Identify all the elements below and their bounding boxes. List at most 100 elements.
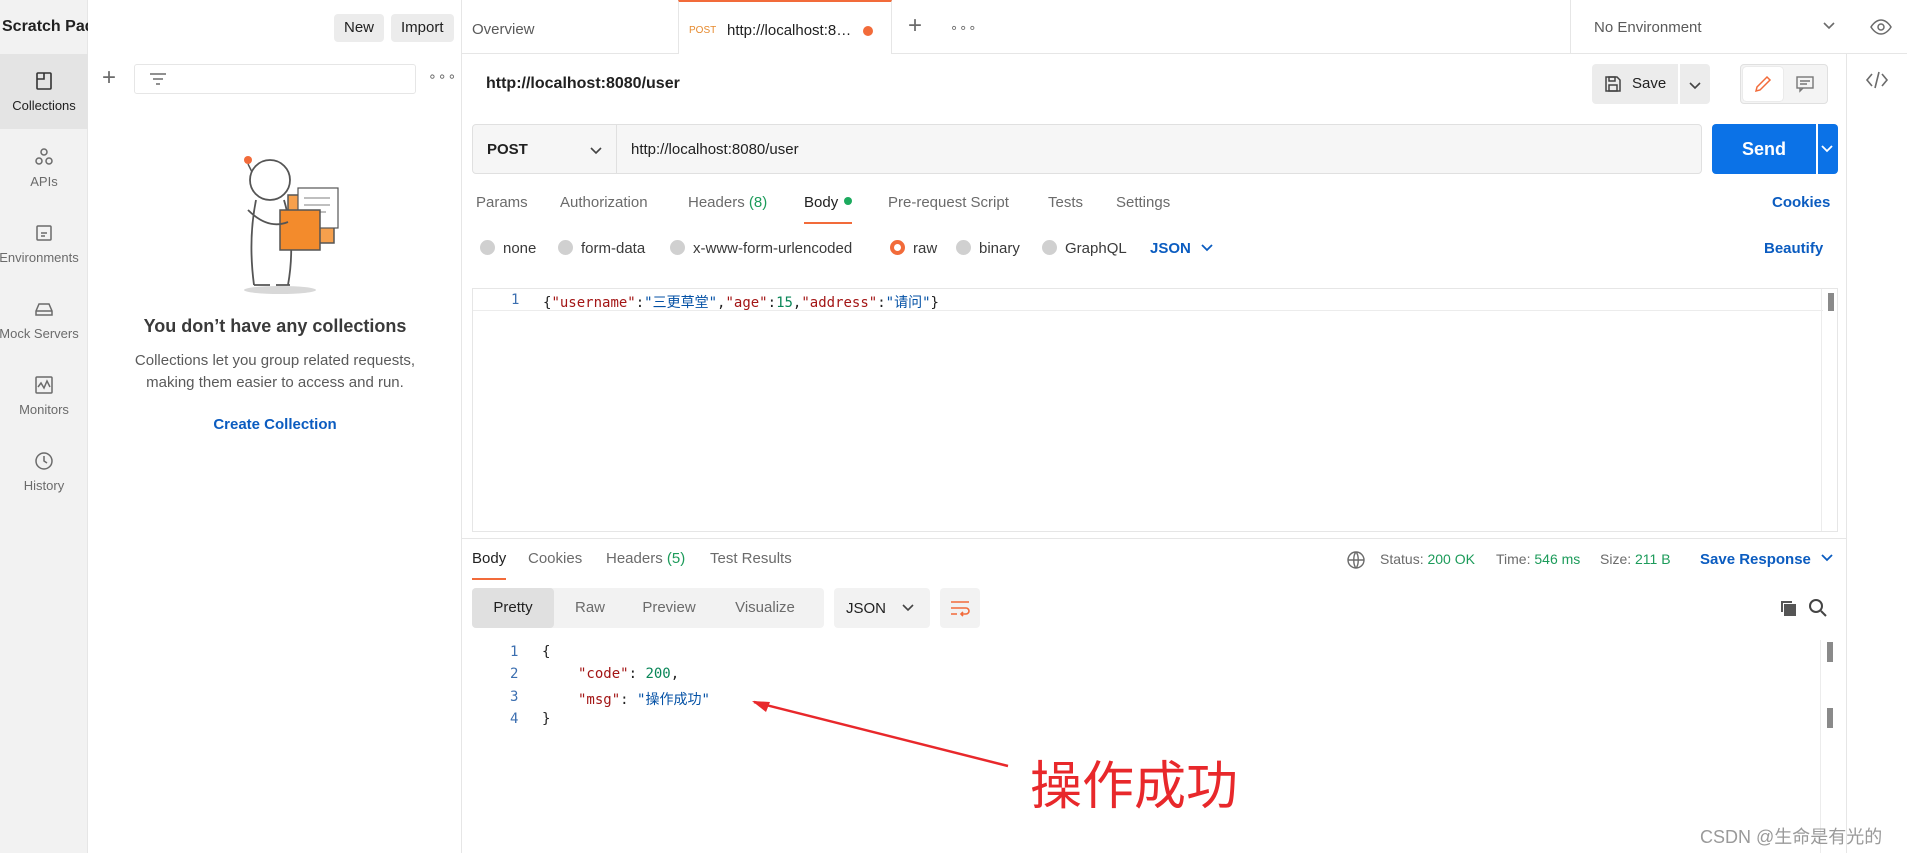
watermark: CSDN @生命是有光的 (1700, 827, 1883, 847)
environment-select[interactable]: No Environment (1594, 19, 1702, 36)
filter-input[interactable] (134, 64, 416, 94)
view-preview[interactable]: Preview (626, 588, 712, 628)
rail-label: History (23, 478, 65, 493)
tab-headers[interactable]: Headers (8) (688, 194, 767, 211)
radio-label: GraphQL (1065, 240, 1127, 257)
response-time[interactable]: Time: 546 ms (1496, 551, 1580, 567)
pane-divider[interactable] (462, 538, 1846, 539)
create-collection-link[interactable]: Create Collection (88, 416, 462, 433)
save-icon (1605, 76, 1621, 92)
chevron-down-icon (1689, 82, 1701, 90)
url-bar: POST (472, 124, 1702, 174)
cookies-link[interactable]: Cookies (1772, 194, 1830, 211)
radio-form-data[interactable]: form-data (558, 240, 645, 257)
tab-overview[interactable]: Overview (472, 21, 535, 38)
save-options-button[interactable] (1680, 64, 1710, 104)
view-raw[interactable]: Raw (554, 588, 626, 628)
wrap-lines-button[interactable] (940, 588, 980, 628)
radio-none[interactable]: none (480, 240, 536, 257)
save-button[interactable]: Save (1592, 64, 1678, 104)
tab-response-body[interactable]: Body (472, 550, 507, 580)
response-format-select[interactable]: JSON (834, 588, 930, 628)
rail-item-environments[interactable]: Environments (0, 206, 88, 281)
history-icon (35, 452, 53, 470)
line-number: 2 (510, 666, 519, 682)
tab-label: Headers (606, 550, 663, 567)
send-button[interactable]: Send (1712, 124, 1816, 174)
radio-circle (890, 240, 905, 255)
new-button[interactable]: New (334, 14, 385, 42)
response-view-selector: Pretty Raw Preview Visualize (472, 588, 824, 628)
workspace-title[interactable]: Scratch Pad (2, 18, 94, 36)
code-key: "code" (578, 666, 629, 682)
tab-params[interactable]: Params (476, 194, 528, 211)
search-icon[interactable] (1808, 598, 1828, 618)
eye-icon[interactable] (1870, 16, 1892, 38)
chevron-down-icon (1201, 244, 1213, 252)
request-body-editor[interactable]: 1 {"username":"三更草堂","age":15,"address":… (472, 288, 1838, 532)
tab-body[interactable]: Body (804, 194, 853, 224)
view-pretty[interactable]: Pretty (472, 588, 554, 628)
tab-tests[interactable]: Tests (1048, 194, 1083, 211)
radio-label: x-www-form-urlencoded (693, 240, 853, 257)
rail-label: Monitors (19, 402, 69, 417)
radio-graphql[interactable]: GraphQL (1042, 240, 1127, 257)
monitors-icon (35, 376, 53, 394)
more-options-icon[interactable]: ∘∘∘ (428, 68, 457, 85)
request-tabs-bar: Overview POST http://localhost:8… + ∘∘∘ … (462, 0, 1907, 54)
time-value: 546 ms (1534, 551, 1581, 567)
rail-item-apis[interactable]: APIs (0, 130, 88, 205)
request-title[interactable]: http://localhost:8080/user (486, 75, 680, 93)
tab-response-headers[interactable]: Headers (5) (606, 550, 685, 567)
code-string: "三更草堂" (644, 295, 718, 311)
response-size[interactable]: Size: 211 B (1600, 551, 1671, 567)
rail-item-collections[interactable]: Collections (0, 54, 88, 129)
editor-scrollbar[interactable] (1821, 289, 1838, 531)
response-scrollbar[interactable] (1820, 640, 1837, 853)
rail-item-monitors[interactable]: Monitors (0, 358, 88, 433)
url-input[interactable] (631, 141, 1631, 158)
radio-raw[interactable]: raw (890, 240, 937, 257)
environments-icon (36, 225, 52, 241)
save-response-label: Save Response (1700, 551, 1811, 568)
rail-label: Collections (12, 98, 76, 113)
tab-authorization[interactable]: Authorization (560, 194, 648, 211)
body-format-select[interactable]: JSON (1150, 240, 1213, 257)
beautify-link[interactable]: Beautify (1764, 240, 1823, 257)
request-tabs: Params Authorization Headers (8) Body Pr… (476, 194, 1836, 224)
globe-icon[interactable] (1346, 550, 1366, 570)
code-line-msg: "msg": "操作成功" (578, 692, 710, 708)
code-icon[interactable] (1865, 70, 1889, 90)
copy-icon[interactable] (1778, 598, 1798, 618)
line-number: 1 (510, 644, 519, 660)
save-response-button[interactable]: Save Response (1700, 551, 1833, 568)
method-select[interactable]: POST (473, 125, 617, 173)
send-options-button[interactable] (1818, 124, 1838, 174)
code-brace: } (542, 711, 551, 727)
rail-item-mock-servers[interactable]: Mock Servers (0, 282, 88, 357)
response-status[interactable]: Status: 200 OK (1380, 551, 1475, 567)
tab-response-cookies[interactable]: Cookies (528, 550, 582, 567)
chevron-down-icon[interactable] (1822, 18, 1836, 32)
divider (1570, 0, 1571, 54)
view-visualize[interactable]: Visualize (712, 588, 818, 628)
tab-test-results[interactable]: Test Results (710, 550, 792, 567)
tab-url: http://localhost:8… (727, 22, 852, 39)
tab-more-icon[interactable]: ∘∘∘ (950, 20, 977, 36)
import-button[interactable]: Import (391, 14, 454, 42)
radio-urlencoded[interactable]: x-www-form-urlencoded (670, 240, 852, 257)
add-collection-icon[interactable]: + (102, 64, 116, 92)
radio-binary[interactable]: binary (956, 240, 1020, 257)
comment-icon[interactable] (1795, 75, 1815, 93)
edit-mode-button[interactable] (1743, 67, 1783, 101)
code-number: 15 (776, 295, 793, 311)
tab-active-request[interactable]: POST http://localhost:8… (678, 0, 892, 54)
tab-settings[interactable]: Settings (1116, 194, 1170, 211)
new-tab-icon[interactable]: + (908, 12, 922, 40)
scrollbar-thumb[interactable] (1827, 642, 1833, 662)
tab-method: POST (689, 25, 717, 36)
tab-pre-request-script[interactable]: Pre-request Script (888, 194, 1009, 211)
save-label: Save (1632, 75, 1667, 92)
scrollbar-thumb[interactable] (1828, 293, 1834, 311)
rail-item-history[interactable]: History (0, 434, 88, 509)
